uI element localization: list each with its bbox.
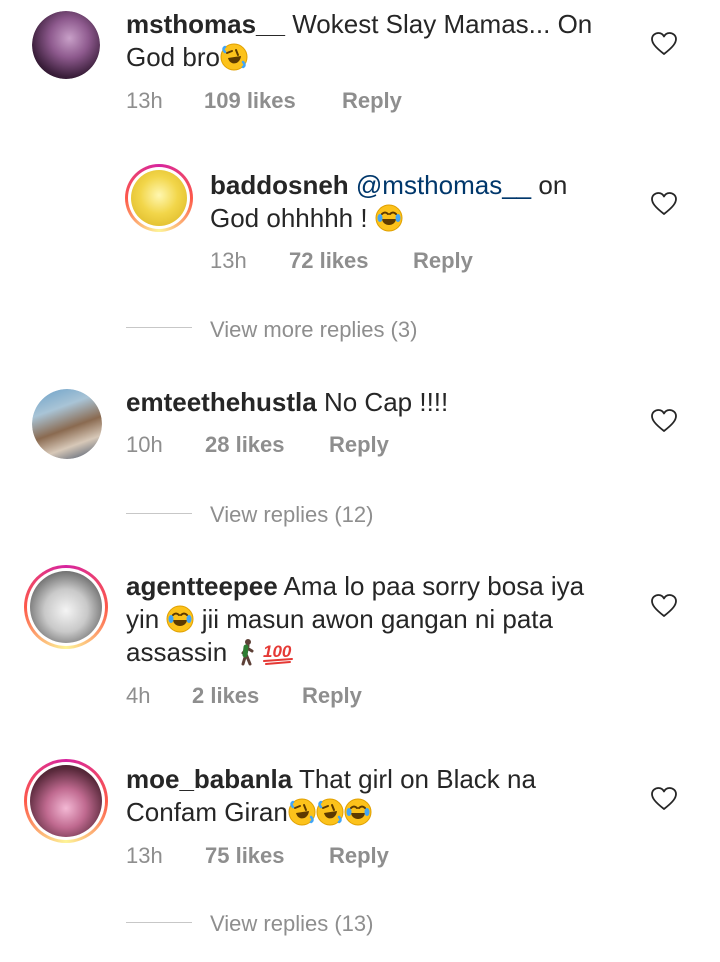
comment-text: agentteepee Ama lo paa sorry bosa iya yi…: [126, 570, 626, 669]
comment-meta: 10h 28 likes Reply: [126, 430, 389, 460]
timestamp: 13h: [210, 248, 247, 273]
comment-body: on: [531, 170, 568, 200]
comment-meta: 13h 72 likes Reply: [210, 246, 473, 276]
comment-meta: 13h 75 likes Reply: [126, 841, 389, 871]
rofl-emoji-icon: [316, 798, 344, 826]
joy-emoji-icon: [344, 798, 372, 826]
comment-text: baddosneh @msthomas__ on God ohhhhh !: [210, 169, 630, 235]
heart-icon[interactable]: [651, 32, 677, 56]
avatar[interactable]: [32, 11, 100, 79]
timestamp: 10h: [126, 432, 163, 457]
comment-text: msthomas__ Wokest Slay Mamas... On God b…: [126, 8, 626, 74]
heart-icon[interactable]: [651, 409, 677, 433]
timestamp: 13h: [126, 843, 163, 868]
divider-line: [126, 922, 192, 923]
comment-meta: 13h 109 likes Reply: [126, 86, 402, 116]
username[interactable]: emteethehustla: [126, 387, 317, 417]
comment-body: yin: [126, 604, 160, 634]
comment-body: Confam Giran: [126, 797, 288, 827]
heart-icon[interactable]: [651, 594, 677, 618]
comment-body: jii masun awon gangan ni pata: [201, 604, 553, 634]
view-replies-button[interactable]: View replies (13): [210, 909, 373, 939]
rofl-emoji-icon: [288, 798, 316, 826]
walking-man-emoji-icon: [234, 638, 262, 666]
divider-line: [126, 513, 192, 514]
likes-count[interactable]: 75 likes: [205, 841, 329, 871]
heart-icon[interactable]: [651, 787, 677, 811]
username[interactable]: baddosneh: [210, 170, 349, 200]
comment-meta: 4h 2 likes Reply: [126, 681, 362, 711]
reply-button[interactable]: Reply: [329, 430, 389, 460]
comment-body: assassin: [126, 637, 228, 667]
reply-button[interactable]: Reply: [342, 86, 402, 116]
comment-body: No Cap !!!!: [323, 387, 449, 417]
reply-button[interactable]: Reply: [302, 681, 362, 711]
avatar[interactable]: [24, 759, 108, 843]
avatar[interactable]: [125, 164, 193, 232]
username[interactable]: agentteepee: [126, 571, 278, 601]
avatar[interactable]: [24, 565, 108, 649]
likes-count[interactable]: 109 likes: [204, 86, 342, 116]
avatar-image: [30, 571, 102, 643]
view-replies-button[interactable]: View replies (12): [210, 500, 373, 530]
avatar[interactable]: [32, 389, 102, 459]
comment-text: moe_babanla That girl on Black na Confam…: [126, 763, 626, 829]
reply-button[interactable]: Reply: [329, 841, 389, 871]
joy-emoji-icon: [166, 605, 194, 633]
view-more-replies-button[interactable]: View more replies (3): [210, 315, 417, 345]
rofl-emoji-icon: [220, 43, 248, 71]
comment-text: emteethehustla No Cap !!!!: [126, 386, 626, 419]
avatar-image: [32, 389, 102, 459]
divider-line: [126, 327, 192, 328]
comment-body: That girl on Black na: [298, 764, 536, 794]
joy-emoji-icon: [375, 204, 403, 232]
likes-count[interactable]: 28 likes: [205, 430, 329, 460]
timestamp: 4h: [126, 683, 151, 708]
username[interactable]: moe_babanla: [126, 764, 292, 794]
username[interactable]: msthomas__: [126, 9, 285, 39]
likes-count[interactable]: 2 likes: [192, 681, 302, 711]
mention-link[interactable]: @msthomas__: [356, 170, 531, 200]
heart-icon[interactable]: [651, 192, 677, 216]
hundred-points-emoji-icon: [262, 638, 296, 666]
avatar-image: [32, 11, 100, 79]
timestamp: 13h: [126, 88, 163, 113]
comment-body: Ama lo paa sorry bosa iya: [283, 571, 585, 601]
likes-count[interactable]: 72 likes: [289, 246, 413, 276]
reply-button[interactable]: Reply: [413, 246, 473, 276]
comment-body: God ohhhhh !: [210, 203, 375, 233]
avatar-image: [131, 170, 187, 226]
avatar-image: [30, 765, 102, 837]
